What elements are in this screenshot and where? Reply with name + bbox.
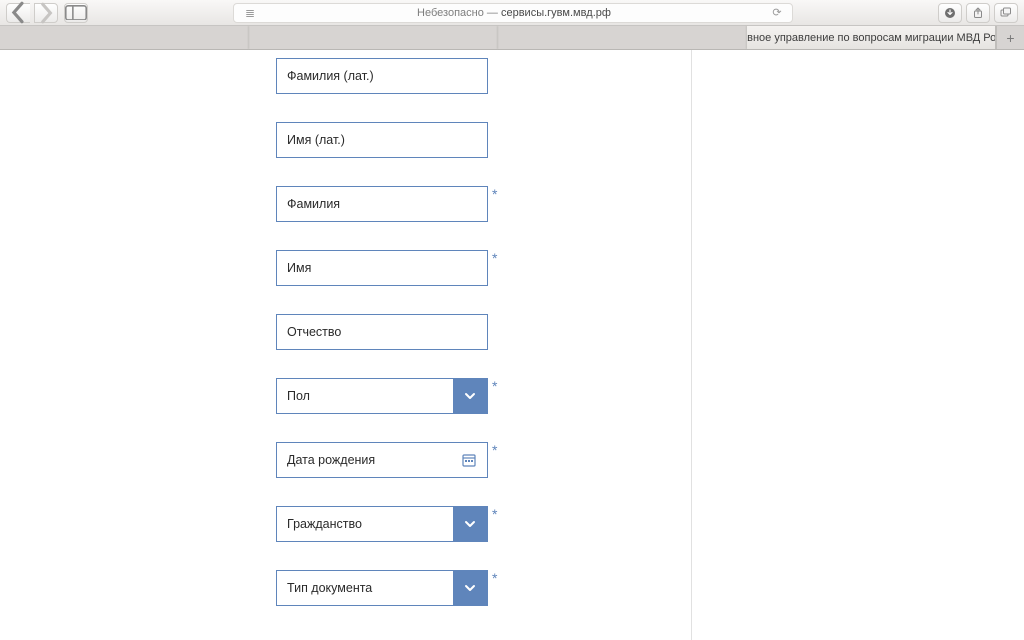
back-button[interactable]	[6, 3, 30, 23]
form: Фамилия (лат.) Имя (лат.) Фамилия * Имя …	[276, 58, 736, 640]
required-icon: *	[492, 442, 497, 458]
required-icon: *	[492, 506, 497, 522]
forward-button[interactable]	[34, 3, 58, 23]
field-gender: Пол *	[276, 378, 736, 414]
required-icon: *	[492, 378, 497, 394]
tab-1[interactable]	[0, 26, 249, 49]
new-tab-button[interactable]: +	[996, 26, 1024, 49]
tab-bar: Главное управление по вопросам миграции …	[0, 26, 1024, 50]
reader-icon[interactable]: ≣	[240, 6, 260, 20]
field-surname-lat: Фамилия (лат.)	[276, 58, 736, 94]
share-button[interactable]	[966, 3, 990, 23]
surname-lat-input[interactable]: Фамилия (лат.)	[276, 58, 488, 94]
name-input[interactable]: Имя	[276, 250, 488, 286]
birthdate-input[interactable]: Дата рождения	[276, 442, 488, 478]
field-birthdate: Дата рождения *	[276, 442, 736, 478]
browser-toolbar: ≣ Небезопасно — сервисы.гувм.мвд.рф ⟳	[0, 0, 1024, 26]
field-doc-type: Тип документа *	[276, 570, 736, 606]
field-surname: Фамилия *	[276, 186, 736, 222]
page-viewport: Фамилия (лат.) Имя (лат.) Фамилия * Имя …	[0, 50, 1024, 640]
chevron-down-icon[interactable]	[453, 571, 487, 605]
field-patronymic: Отчество	[276, 314, 736, 350]
chevron-down-icon[interactable]	[453, 379, 487, 413]
content-divider	[691, 50, 692, 640]
tabs-button[interactable]	[994, 3, 1018, 23]
tab-4-active[interactable]: Главное управление по вопросам миграции …	[747, 26, 996, 49]
patronymic-input[interactable]: Отчество	[276, 314, 488, 350]
name-lat-input[interactable]: Имя (лат.)	[276, 122, 488, 158]
surname-input[interactable]: Фамилия	[276, 186, 488, 222]
citizenship-select[interactable]: Гражданство	[276, 506, 488, 542]
calendar-icon[interactable]	[455, 443, 483, 477]
reload-icon[interactable]: ⟳	[768, 6, 786, 19]
downloads-button[interactable]	[938, 3, 962, 23]
tab-2[interactable]	[249, 26, 498, 49]
address-bar[interactable]: ≣ Небезопасно — сервисы.гувм.мвд.рф ⟳	[233, 3, 793, 23]
field-name: Имя *	[276, 250, 736, 286]
doc-type-select[interactable]: Тип документа	[276, 570, 488, 606]
field-citizenship: Гражданство *	[276, 506, 736, 542]
gender-select[interactable]: Пол	[276, 378, 488, 414]
chevron-down-icon[interactable]	[453, 507, 487, 541]
required-icon: *	[492, 250, 497, 266]
sidebar-button[interactable]	[64, 3, 88, 23]
required-icon: *	[492, 186, 497, 202]
field-name-lat: Имя (лат.)	[276, 122, 736, 158]
tab-3[interactable]	[498, 26, 747, 49]
address-text: Небезопасно — сервисы.гувм.мвд.рф	[260, 7, 768, 19]
required-icon: *	[492, 570, 497, 586]
